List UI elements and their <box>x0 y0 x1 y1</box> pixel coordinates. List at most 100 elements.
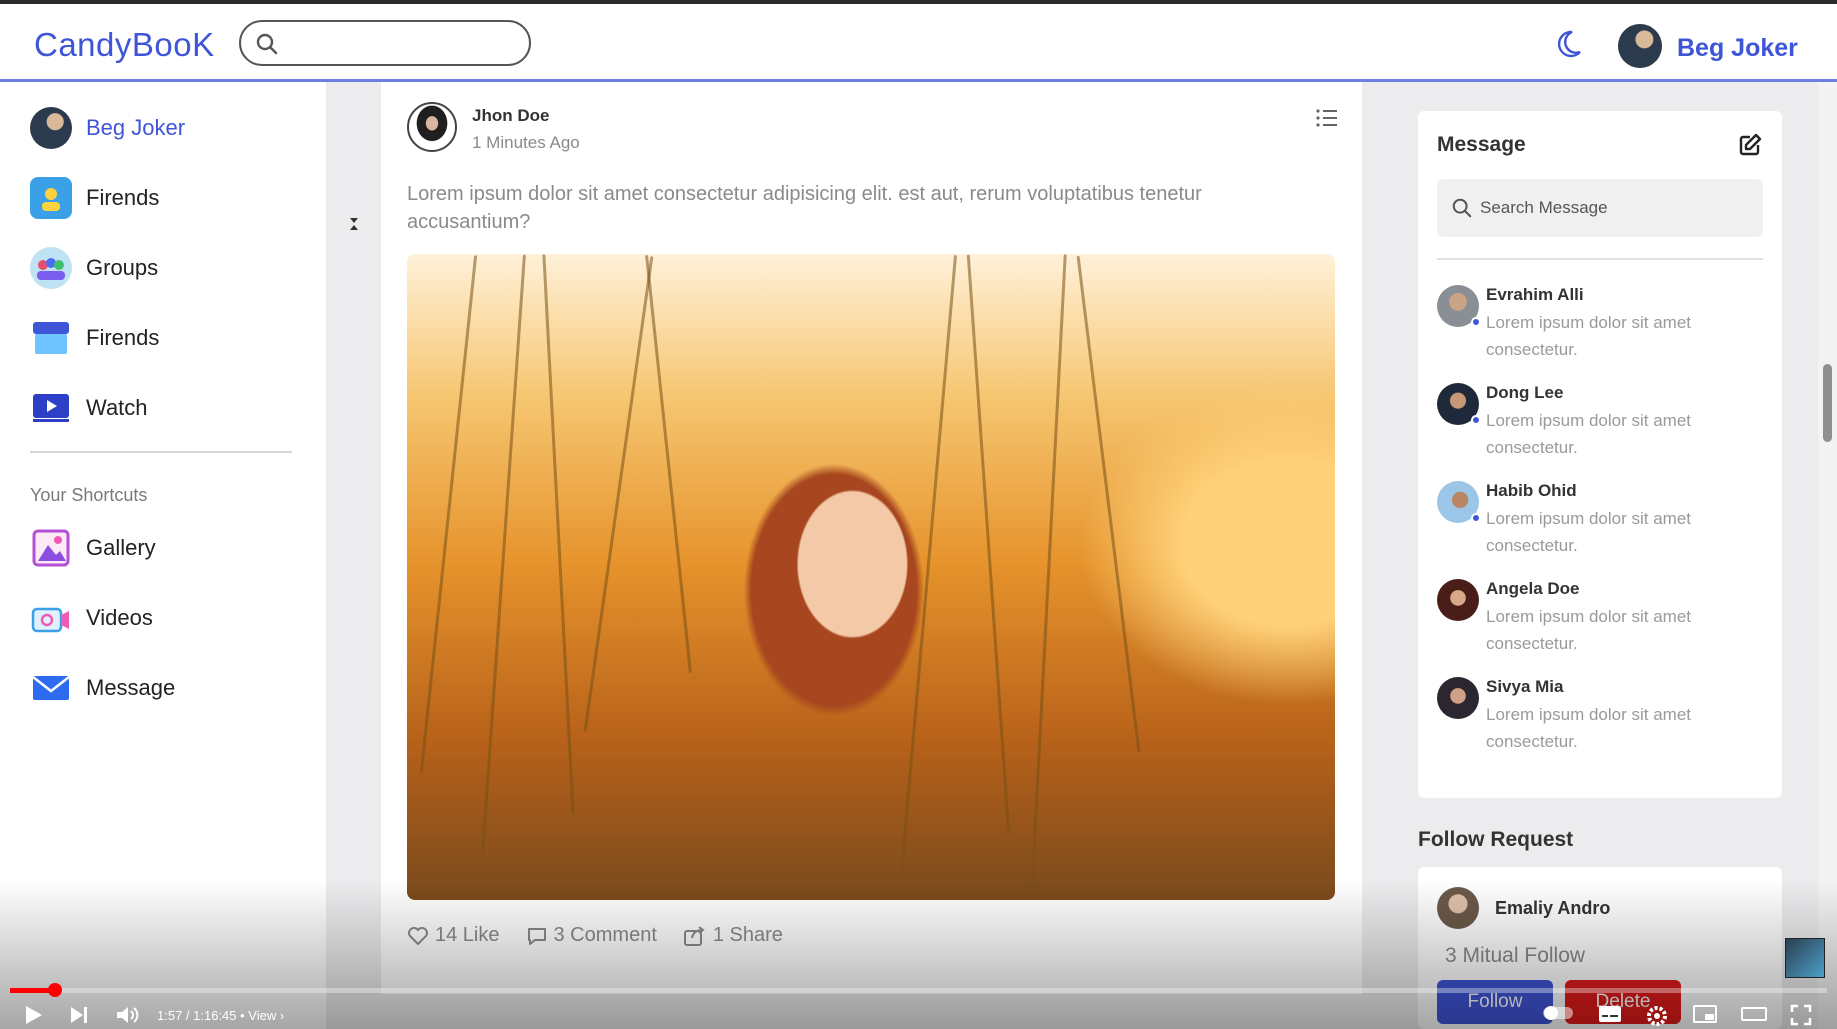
groups-icon <box>30 247 72 289</box>
comment-icon <box>527 927 546 945</box>
sidebar-item-profile[interactable]: Beg Joker <box>30 106 185 150</box>
message-item[interactable]: Angela Doe Lorem ipsum dolor sit amet co… <box>1437 579 1767 669</box>
online-indicator <box>1471 317 1481 327</box>
captions-icon[interactable] <box>1598 1004 1622 1029</box>
camera-icon <box>30 597 72 639</box>
autoplay-toggle-icon[interactable] <box>1542 1004 1574 1027</box>
friends-icon <box>30 177 72 219</box>
follow-request-title: Follow Request <box>1418 828 1574 851</box>
share-button[interactable]: 1 Share <box>683 924 783 947</box>
mail-icon <box>30 667 72 709</box>
post-card: Jhon Doe 1 Minutes Ago Lorem ipsum dolor… <box>381 82 1362 994</box>
message-sender: Evrahim Alli <box>1486 285 1584 304</box>
message-sender: Dong Lee <box>1486 383 1564 402</box>
divider <box>30 451 292 453</box>
message-sender: Sivya Mia <box>1486 677 1564 696</box>
follow-button[interactable]: Follow <box>1437 980 1553 1024</box>
video-progress-bar[interactable] <box>10 983 1827 997</box>
sidebar-item-label: Videos <box>86 605 153 630</box>
message-sender: Angela Doe <box>1486 579 1580 598</box>
fullscreen-icon[interactable] <box>1790 1004 1812 1029</box>
volume-icon[interactable] <box>115 1004 141 1029</box>
settings-gear-icon[interactable] <box>1645 1004 1669 1029</box>
mutual-follow-count: 3 Mitual Follow <box>1445 944 1586 967</box>
avatar[interactable] <box>407 102 457 152</box>
view-chapter-label[interactable]: View <box>248 1008 276 1023</box>
scrollbar-thumb[interactable] <box>1823 364 1832 442</box>
message-preview: Lorem ipsum dolor sit amet consectetur. <box>1486 411 1692 457</box>
message-item[interactable]: Sivya Mia Lorem ipsum dolor sit amet con… <box>1437 677 1767 767</box>
like-count: 14 Like <box>435 924 500 946</box>
comment-button[interactable]: 3 Comment <box>526 924 657 947</box>
play-icon[interactable] <box>22 1004 44 1029</box>
gallery-icon <box>30 527 72 569</box>
next-icon[interactable] <box>68 1004 90 1029</box>
online-indicator <box>1471 513 1481 523</box>
sidebar-item-label: Beg Joker <box>86 115 186 140</box>
sidebar-item-label: Message <box>86 675 176 700</box>
progress-scrubber[interactable] <box>48 983 62 997</box>
app-logo[interactable]: CandyBooK <box>34 26 215 64</box>
list-menu-icon[interactable] <box>1315 108 1339 133</box>
moon-icon[interactable] <box>1556 30 1582 63</box>
sidebar-item-label: Firends <box>86 325 160 350</box>
divider <box>1437 258 1763 260</box>
sidebar-item-watch[interactable]: Watch <box>30 386 148 430</box>
left-sidebar: Beg Joker Firends Groups Firends Watch Y… <box>0 82 326 1029</box>
avatar <box>30 107 72 149</box>
post-actions: 14 Like 3 Comment 1 Share <box>407 924 809 947</box>
post-text: Lorem ipsum dolor sit amet consectetur a… <box>407 183 1202 233</box>
like-button[interactable]: 14 Like <box>407 924 500 947</box>
search-placeholder: Search Message <box>1480 198 1608 217</box>
shortcuts-title: Your Shortcuts <box>30 485 148 505</box>
online-indicator <box>1471 415 1481 425</box>
message-preview: Lorem ipsum dolor sit amet consectetur. <box>1486 705 1692 751</box>
avatar[interactable] <box>1437 887 1479 929</box>
message-item[interactable]: Evrahim Alli Lorem ipsum dolor sit amet … <box>1437 285 1767 375</box>
message-panel: Message Search Message Evrahim Alli Lore… <box>1418 111 1782 798</box>
edit-icon[interactable] <box>1738 133 1762 162</box>
sidebar-item-friends[interactable]: Firends <box>30 176 159 220</box>
message-item[interactable]: Dong Lee Lorem ipsum dolor sit amet cons… <box>1437 383 1767 473</box>
sidebar-item-label: Firends <box>86 185 160 210</box>
message-item[interactable]: Habib Ohid Lorem ipsum dolor sit amet co… <box>1437 481 1767 571</box>
collapse-icon[interactable] <box>348 216 360 235</box>
heart-icon <box>408 926 428 945</box>
profile-name[interactable]: Beg Joker <box>1677 34 1798 63</box>
store-icon <box>30 317 72 359</box>
post-time: 1 Minutes Ago <box>472 133 580 152</box>
sidebar-item-label: Groups <box>86 255 159 280</box>
theater-mode-icon[interactable] <box>1741 1004 1767 1029</box>
video-time: 1:57 / 1:16:45 • View › <box>157 1008 285 1023</box>
post-image[interactable] <box>407 254 1335 900</box>
request-name[interactable]: Emaliy Andro <box>1495 898 1610 919</box>
sidebar-item-marketplace[interactable]: Firends <box>30 316 159 360</box>
message-title: Message <box>1437 133 1526 156</box>
comment-count: 3 Comment <box>553 924 657 946</box>
message-preview: Lorem ipsum dolor sit amet consectetur. <box>1486 607 1692 653</box>
message-search-input[interactable]: Search Message <box>1437 179 1763 237</box>
share-icon <box>683 925 705 946</box>
avatar[interactable] <box>1618 24 1662 68</box>
search-icon <box>255 32 279 61</box>
watch-icon <box>30 387 72 429</box>
message-sender: Habib Ohid <box>1486 481 1577 500</box>
message-preview: Lorem ipsum dolor sit amet consectetur. <box>1486 509 1692 555</box>
page-scrollbar[interactable] <box>1818 82 1837 1029</box>
message-preview: Lorem ipsum dolor sit amet consectetur. <box>1486 313 1692 359</box>
top-header: CandyBooK Beg Joker <box>0 0 1837 82</box>
share-count: 1 Share <box>712 924 783 946</box>
shortcut-message[interactable]: Message <box>30 666 175 710</box>
sidebar-item-groups[interactable]: Groups <box>30 246 158 290</box>
miniplayer-icon[interactable] <box>1693 1004 1717 1029</box>
avatar <box>1437 677 1479 719</box>
search-input[interactable] <box>239 20 531 66</box>
shortcut-videos[interactable]: Videos <box>30 596 153 640</box>
post-author[interactable]: Jhon Doe <box>472 106 549 126</box>
channel-watermark[interactable] <box>1785 938 1825 978</box>
search-icon <box>1451 197 1473 224</box>
sidebar-item-label: Watch <box>86 395 148 420</box>
shortcut-gallery[interactable]: Gallery <box>30 526 156 570</box>
avatar <box>1437 579 1479 621</box>
sidebar-item-label: Gallery <box>86 535 156 560</box>
